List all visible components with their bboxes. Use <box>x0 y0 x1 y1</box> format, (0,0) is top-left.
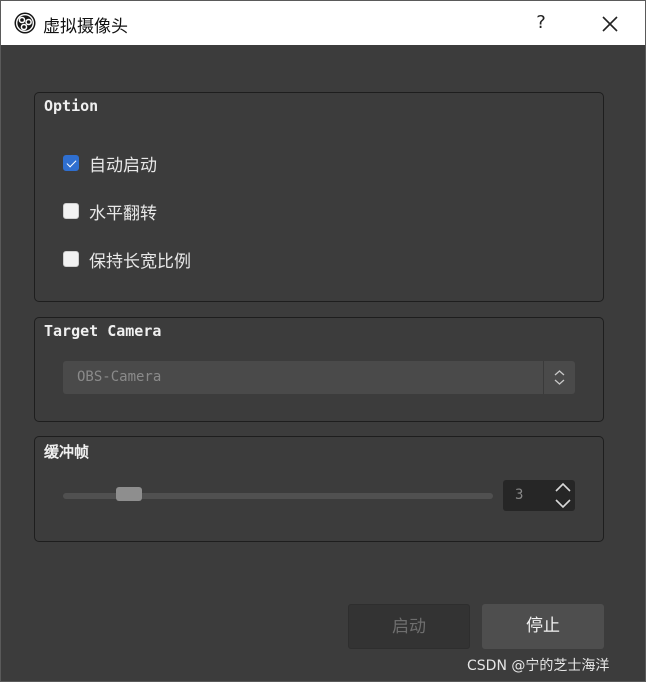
buffer-spinbox-value: 3 <box>515 487 524 503</box>
target-camera-group-title: Target Camera <box>44 322 162 340</box>
updown-chevron-icon <box>543 361 565 394</box>
buffer-frames-group: 缓冲帧 3 <box>34 436 604 542</box>
camera-select[interactable]: OBS-Camera <box>63 361 575 394</box>
keep-aspect-ratio-checkbox-row[interactable]: 保持长宽比例 <box>63 248 191 272</box>
keep-aspect-ratio-label: 保持长宽比例 <box>89 251 191 272</box>
title-bar[interactable]: 虚拟摄像头 ? <box>1 1 645 45</box>
window-title: 虚拟摄像头 <box>43 17 128 37</box>
buffer-spinbox[interactable]: 3 <box>503 480 575 511</box>
help-button[interactable]: ? <box>529 11 553 35</box>
horizontal-flip-checkbox-row[interactable]: 水平翻转 <box>63 200 157 224</box>
auto-start-checkbox-row[interactable]: 自动启动 <box>63 152 157 176</box>
stop-button[interactable]: 停止 <box>482 604 604 649</box>
buffer-slider-handle[interactable] <box>115 487 142 501</box>
chevron-up-icon[interactable] <box>551 480 575 495</box>
virtual-camera-dialog: 虚拟摄像头 ? Option 自动启动 水平翻转 保持长宽比例 Target C… <box>0 0 646 682</box>
auto-start-checkbox[interactable] <box>63 155 79 171</box>
buffer-frames-group-title: 缓冲帧 <box>44 443 90 461</box>
chevron-down-icon[interactable] <box>551 496 575 511</box>
option-group: Option 自动启动 水平翻转 保持长宽比例 <box>34 92 604 302</box>
obs-logo-icon <box>14 12 36 34</box>
start-button[interactable]: 启动 <box>348 604 470 649</box>
auto-start-label: 自动启动 <box>89 155 157 176</box>
keep-aspect-ratio-checkbox[interactable] <box>63 251 79 267</box>
horizontal-flip-checkbox[interactable] <box>63 203 79 219</box>
target-camera-group: Target Camera OBS-Camera <box>34 317 604 422</box>
horizontal-flip-label: 水平翻转 <box>89 203 157 224</box>
camera-select-value: OBS-Camera <box>77 369 162 385</box>
option-group-title: Option <box>44 97 99 115</box>
close-icon[interactable] <box>597 11 623 37</box>
csdn-watermark: CSDN @宁的芝士海洋 <box>467 658 610 674</box>
